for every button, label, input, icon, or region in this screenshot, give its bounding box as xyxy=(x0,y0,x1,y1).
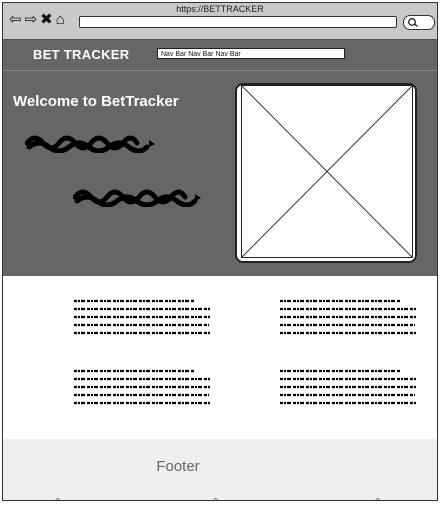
content-section xyxy=(3,276,437,439)
address-bar[interactable] xyxy=(79,16,397,28)
text-block-top-right xyxy=(280,299,417,335)
home-icon[interactable]: ⌂ xyxy=(56,12,65,27)
forward-arrow-icon[interactable]: ⇨ xyxy=(25,12,38,27)
browser-nav-icons: ⇦ ⇨ ✖ ⌂ xyxy=(9,12,65,27)
footer-label: Footer xyxy=(156,458,200,475)
text-block-bottom-left xyxy=(74,369,211,405)
footer-icon-left[interactable]: ⇧ xyxy=(53,496,62,500)
nav-bar[interactable]: Nav Bar Nav Bar Nav Bar xyxy=(157,48,345,59)
site-footer: Footer ⇧ ⇧ ⇧ xyxy=(3,439,437,500)
search-button[interactable] xyxy=(403,15,435,30)
hero-section: Welcome to BetTracker xyxy=(3,71,437,276)
search-icon xyxy=(408,18,418,27)
text-block-bottom-right xyxy=(280,369,417,405)
hero-scribble-line-1 xyxy=(25,135,155,153)
hero-image-placeholder xyxy=(235,83,417,263)
back-arrow-icon[interactable]: ⇦ xyxy=(9,12,22,27)
image-placeholder-icon xyxy=(241,85,413,258)
browser-toolbar: https://BETTRACKER ⇦ ⇨ ✖ ⌂ xyxy=(3,3,437,40)
footer-icon-right[interactable]: ⇧ xyxy=(373,496,382,500)
hero-scribble-line-2 xyxy=(73,189,201,207)
page-url: https://BETTRACKER xyxy=(176,4,264,14)
footer-icon-center[interactable]: ⇧ xyxy=(211,496,220,500)
text-block-top-left xyxy=(74,299,211,335)
site-header: BET TRACKER Nav Bar Nav Bar Nav Bar xyxy=(3,40,437,71)
browser-window: https://BETTRACKER ⇦ ⇨ ✖ ⌂ BET TRACKER N… xyxy=(2,2,438,501)
site-brand[interactable]: BET TRACKER xyxy=(33,47,129,62)
hero-title: Welcome to BetTracker xyxy=(13,93,179,110)
close-icon[interactable]: ✖ xyxy=(40,12,53,27)
